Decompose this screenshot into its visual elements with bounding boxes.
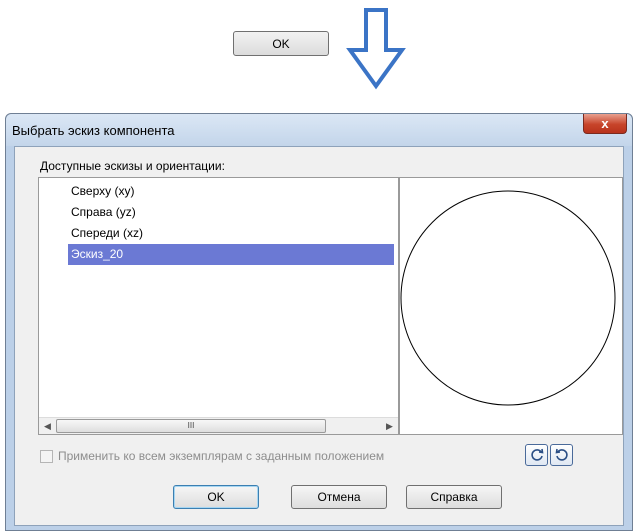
sketch-list[interactable]: Сверху (xy) Справа (yz) Спереди (xz) Эск… — [38, 177, 399, 435]
dialog-titlebar: Выбрать эскиз компонента x — [6, 114, 632, 146]
dialog-client-area: Доступные эскизы и ориентации: Сверху (x… — [14, 146, 624, 526]
apply-all-checkbox-row: Применить ко всем экземплярам с заданным… — [40, 449, 384, 463]
horizontal-scrollbar[interactable]: ◀ III ▶ — [39, 417, 398, 434]
down-arrow-icon — [346, 8, 406, 90]
ok-button[interactable]: OK — [173, 485, 259, 509]
annotation-ok-button: OK — [233, 31, 329, 56]
apply-all-checkbox[interactable] — [40, 449, 53, 463]
close-icon: x — [601, 116, 609, 131]
list-item-top-xy[interactable]: Сверху (xy) — [68, 181, 394, 202]
list-item-right-yz[interactable]: Справа (yz) — [68, 202, 394, 223]
circle-sketch-preview — [400, 190, 616, 406]
scroll-right-icon[interactable]: ▶ — [383, 420, 396, 433]
rotate-cw-icon — [530, 448, 543, 461]
rotate-ccw-icon — [555, 448, 568, 461]
rotate-counterclockwise-button[interactable] — [550, 444, 573, 466]
list-item-sketch-20[interactable]: Эскиз_20 — [68, 244, 394, 265]
apply-all-label: Применить ко всем экземплярам с заданным… — [58, 449, 385, 463]
list-item-front-xz[interactable]: Спереди (xz) — [68, 223, 394, 244]
scroll-thumb-grip: III — [187, 421, 195, 430]
scroll-left-icon[interactable]: ◀ — [41, 420, 54, 433]
help-button[interactable]: Справка — [406, 485, 502, 509]
select-sketch-dialog: Выбрать эскиз компонента x Доступные эск… — [5, 113, 633, 531]
sketch-preview — [399, 177, 623, 435]
available-sketches-label: Доступные эскизы и ориентации: — [40, 159, 225, 173]
scroll-thumb[interactable]: III — [56, 419, 326, 433]
cancel-button[interactable]: Отмена — [291, 485, 387, 509]
dialog-title: Выбрать эскиз компонента — [12, 123, 175, 138]
rotate-clockwise-button[interactable] — [525, 444, 548, 466]
close-button[interactable]: x — [583, 114, 627, 134]
